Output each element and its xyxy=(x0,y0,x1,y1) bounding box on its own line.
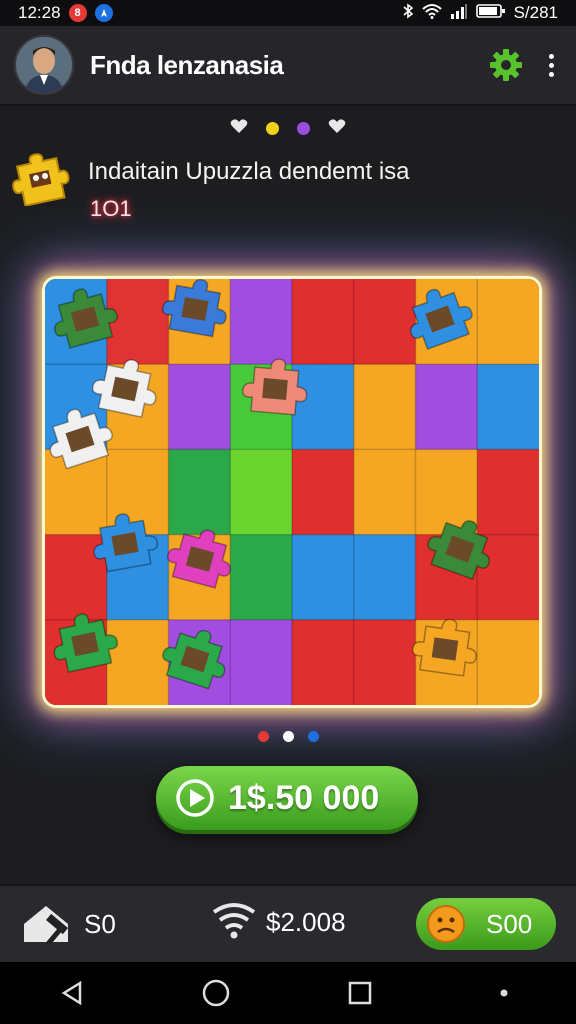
recents-icon[interactable] xyxy=(335,968,385,1018)
puzzle-piece[interactable] xyxy=(230,534,293,621)
app-title: Fnda lenzanasia xyxy=(90,49,284,80)
bluetooth-icon xyxy=(402,2,414,24)
home-icon[interactable] xyxy=(191,968,241,1018)
puzzle-piece[interactable] xyxy=(477,279,539,365)
puzzle-piece[interactable] xyxy=(168,449,231,536)
puzzle-piece[interactable] xyxy=(292,619,355,705)
puzzle-piece[interactable] xyxy=(292,364,355,450)
stat-build[interactable]: S0 xyxy=(22,902,116,946)
puzzle-piece[interactable] xyxy=(230,619,293,705)
puzzle-piece[interactable] xyxy=(477,534,539,621)
puzzle-piece-icon xyxy=(12,148,70,207)
play-circle-icon xyxy=(176,779,214,817)
pager-dot[interactable] xyxy=(307,731,319,742)
app-notification-icon xyxy=(94,4,113,22)
pager-dot[interactable] xyxy=(257,731,269,742)
house-hammer-icon xyxy=(24,906,68,946)
stat-network[interactable]: $2.008 xyxy=(212,902,346,942)
puzzle-piece[interactable] xyxy=(353,534,416,621)
puzzle-grid[interactable] xyxy=(45,279,539,705)
puzzle-piece[interactable] xyxy=(168,364,231,450)
wifi-icon xyxy=(421,3,442,24)
status-time: 12:28 xyxy=(18,3,61,22)
puzzle-piece[interactable] xyxy=(477,449,539,536)
puzzle-piece[interactable] xyxy=(106,619,169,705)
indicator-dot-purple xyxy=(297,122,310,135)
puzzle-piece[interactable] xyxy=(292,534,355,621)
puzzle-piece[interactable] xyxy=(353,364,416,450)
puzzle-piece[interactable] xyxy=(353,279,416,365)
play-button[interactable]: 1$.50 000 xyxy=(156,766,418,830)
puzzle-title: Indaitain Upuzzla dendemt isa xyxy=(88,158,410,185)
puzzle-piece[interactable] xyxy=(477,619,539,705)
puzzle-piece[interactable] xyxy=(353,619,416,705)
stat-mood-value: S00 xyxy=(486,908,533,939)
puzzle-piece[interactable] xyxy=(230,449,293,536)
status-right-text: S/281 xyxy=(513,3,558,22)
more-vert-icon[interactable] xyxy=(536,45,566,85)
signal-icon xyxy=(450,3,468,24)
app-bar: Fnda lenzanasia xyxy=(0,26,576,106)
puzzle-piece[interactable] xyxy=(477,364,539,450)
page-indicator-top xyxy=(0,118,576,139)
puzzle-count: 1O1 xyxy=(90,196,132,221)
pager-dots xyxy=(0,731,576,742)
play-button-label: 1$.50 000 xyxy=(228,778,380,817)
system-nav-bar xyxy=(0,962,576,1024)
stat-build-value: S0 xyxy=(84,908,116,939)
puzzle-piece[interactable] xyxy=(292,449,355,536)
gear-icon[interactable] xyxy=(486,45,526,85)
wifi-wing-icon xyxy=(212,903,256,939)
battery-icon xyxy=(475,3,506,24)
heart-icon xyxy=(328,118,346,139)
stat-mood-button[interactable]: S00 xyxy=(416,898,556,950)
puzzle-board[interactable] xyxy=(42,276,542,708)
avatar[interactable] xyxy=(14,35,74,95)
puzzle-header: Indaitain Upuzzla dendemt isa 1O1 xyxy=(12,148,564,228)
notification-badge: 8 xyxy=(68,4,87,22)
pager-dot-active[interactable] xyxy=(282,731,294,742)
indicator-dot-yellow xyxy=(266,122,279,135)
puzzle-piece[interactable] xyxy=(415,364,478,450)
bottom-bar: S0 $2.008 S00 xyxy=(0,884,576,964)
status-bar: 12:28 8 S/281 xyxy=(0,0,576,26)
puzzle-piece[interactable] xyxy=(230,279,293,365)
puzzle-piece[interactable] xyxy=(106,279,169,365)
smiley-face-icon xyxy=(427,905,465,943)
puzzle-piece[interactable] xyxy=(292,279,355,365)
heart-icon xyxy=(230,118,248,139)
puzzle-piece[interactable] xyxy=(353,449,416,536)
stat-network-value: $2.008 xyxy=(266,906,346,937)
back-icon[interactable] xyxy=(47,968,97,1018)
dot-icon[interactable] xyxy=(479,968,529,1018)
